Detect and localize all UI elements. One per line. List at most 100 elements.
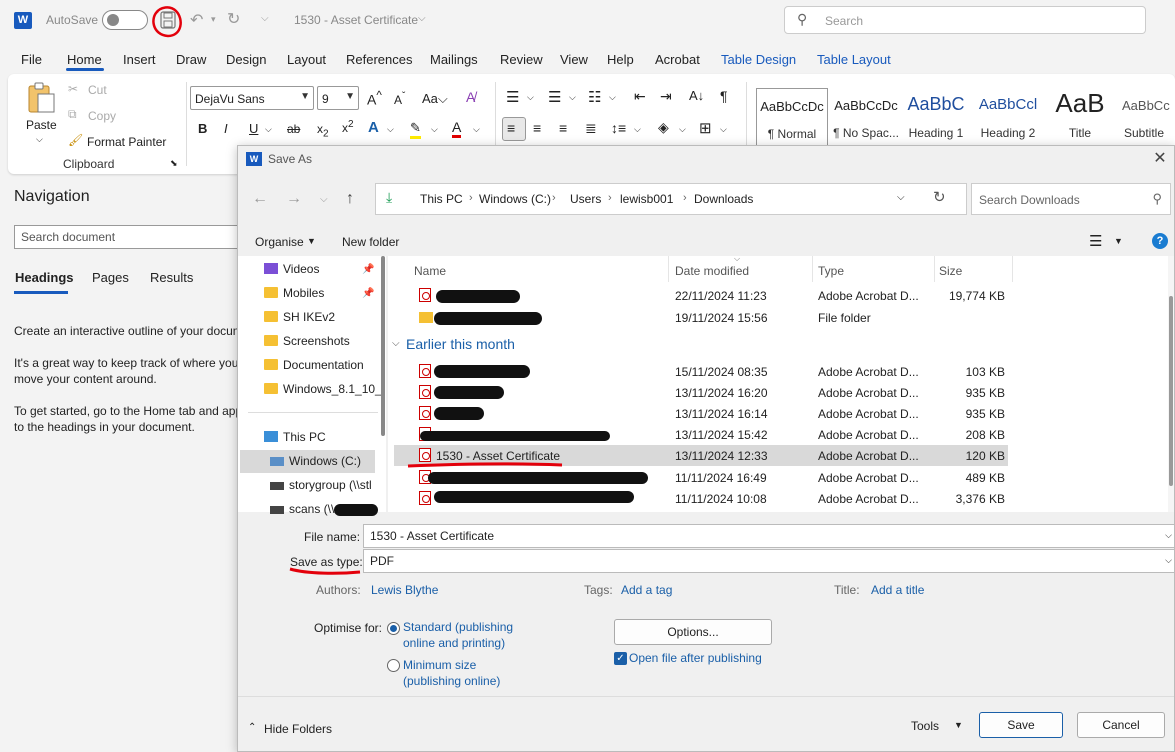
style-subtitle[interactable]: AaBbCc Subtitle <box>1116 88 1175 146</box>
column-date-modified[interactable]: Date modified <box>675 264 749 278</box>
cancel-button[interactable]: Cancel <box>1077 712 1165 738</box>
title-value[interactable]: Add a title <box>871 583 924 597</box>
open-after-label[interactable]: Open file after publishing <box>629 651 762 665</box>
style-normal[interactable]: AaBbCcDc ¶ Normal <box>756 88 828 146</box>
increase-indent-icon[interactable]: ⇥ <box>660 88 672 105</box>
align-right-icon[interactable]: ≡ <box>559 120 567 136</box>
file-row[interactable]: 13/11/2024 16:14 Adobe Acrobat D... 935 … <box>394 403 1008 424</box>
document-title[interactable]: 1530 - Asset Certificate <box>294 13 418 27</box>
tree-item-windows-8[interactable]: Windows_8.1_10_ <box>264 382 382 402</box>
address-dropdown-icon[interactable]: ⌵ <box>897 192 905 203</box>
clipboard-launcher-icon[interactable]: ⬊ <box>170 158 178 169</box>
underline-dropdown-icon[interactable]: ⌵ <box>265 124 272 135</box>
font-color-dropdown-icon[interactable]: ⌵ <box>473 124 480 135</box>
breadcrumb-user[interactable]: lewisb001 <box>620 192 673 206</box>
undo-icon[interactable]: ↶ <box>190 10 203 30</box>
bullets-dropdown-icon[interactable]: ⌵ <box>527 92 534 103</box>
borders-dropdown-icon[interactable]: ⌵ <box>720 124 727 135</box>
show-marks-icon[interactable]: ¶ <box>720 88 728 104</box>
tree-item-screenshots[interactable]: Screenshots <box>264 334 350 354</box>
hide-folders-button[interactable]: Hide Folders <box>264 722 332 736</box>
line-spacing-dropdown-icon[interactable]: ⌵ <box>634 124 641 135</box>
tab-insert[interactable]: Insert <box>123 52 156 67</box>
recent-locations-icon[interactable]: ⌵ <box>320 194 328 205</box>
borders-icon[interactable]: ⊞ <box>699 119 712 137</box>
folder-row[interactable]: 19/11/2024 15:56 File folder <box>394 307 1008 328</box>
file-row[interactable]: 11/11/2024 16:49 Adobe Acrobat D... 489 … <box>394 467 1008 488</box>
tab-headings[interactable]: Headings <box>15 270 74 285</box>
tags-value[interactable]: Add a tag <box>621 583 672 597</box>
radio-standard-label[interactable]: online and printing) <box>403 636 505 650</box>
change-case-icon[interactable]: Aa⌵ <box>422 91 448 107</box>
file-list-scrollbar[interactable] <box>1168 256 1174 512</box>
tree-item-scans[interactable]: scans (\\ <box>270 502 334 522</box>
radio-minimum[interactable] <box>387 659 400 672</box>
highlight-dropdown-icon[interactable]: ⌵ <box>431 124 438 135</box>
bold-icon[interactable]: B <box>198 121 207 136</box>
options-button[interactable]: Options... <box>614 619 772 645</box>
open-after-checkbox[interactable]: ✓ <box>614 652 627 665</box>
up-arrow-icon[interactable]: ↑ <box>346 190 354 208</box>
help-icon[interactable]: ? <box>1152 233 1168 249</box>
tools-button[interactable]: Tools <box>911 719 939 733</box>
tab-acrobat[interactable]: Acrobat <box>655 52 700 67</box>
sort-icon[interactable]: A↓ <box>689 88 704 103</box>
breadcrumb-windows-c[interactable]: Windows (C:) <box>479 192 551 206</box>
copy-button[interactable]: Copy <box>88 109 116 123</box>
style-title[interactable]: AaB Title <box>1044 88 1116 146</box>
breadcrumb-users[interactable]: Users <box>570 192 601 206</box>
font-size-combo[interactable]: 9 ▼ <box>317 86 359 110</box>
style-heading-1[interactable]: AaBbC Heading 1 <box>900 88 972 146</box>
file-row[interactable]: 11/11/2024 10:08 Adobe Acrobat D... 3,37… <box>394 488 1008 509</box>
search-downloads-input[interactable]: Search Downloads ⚲ <box>971 183 1171 215</box>
view-options-icon[interactable]: ☰ <box>1089 232 1102 250</box>
font-family-combo[interactable]: DejaVu Sans ▼ <box>190 86 314 110</box>
tab-file[interactable]: File <box>21 52 42 67</box>
tab-help[interactable]: Help <box>607 52 634 67</box>
autosave-toggle[interactable] <box>102 10 148 30</box>
strikethrough-icon[interactable]: ab <box>287 122 300 136</box>
hide-folders-chevron-icon[interactable]: ⌃ <box>248 722 256 733</box>
grow-font-icon[interactable]: A^ <box>367 89 382 108</box>
cut-button[interactable]: Cut <box>88 83 107 97</box>
group-collapse-icon[interactable]: ⌵ <box>392 338 400 349</box>
tab-references[interactable]: References <box>346 52 412 67</box>
bullets-icon[interactable]: ☰ <box>506 88 519 106</box>
radio-minimum-label[interactable]: Minimum size <box>403 658 476 672</box>
radio-minimum-label[interactable]: (publishing online) <box>403 674 500 688</box>
justify-icon[interactable]: ≣ <box>585 120 597 137</box>
tree-item-windows-c[interactable]: Windows (C:) <box>270 454 361 474</box>
tab-home[interactable]: Home <box>67 52 102 67</box>
search-box[interactable]: ⚲ Search <box>784 6 1146 34</box>
file-row[interactable]: 13/11/2024 16:20 Adobe Acrobat D... 935 … <box>394 382 1008 403</box>
format-painter-button[interactable]: Format Painter <box>87 135 166 149</box>
group-header-earlier[interactable]: Earlier this month <box>406 336 515 352</box>
close-icon[interactable]: ✕ <box>1148 148 1172 168</box>
title-chevron-icon[interactable]: ⌵ <box>418 13 426 24</box>
tab-mailings[interactable]: Mailings <box>430 52 478 67</box>
tab-review[interactable]: Review <box>500 52 543 67</box>
text-effects-icon[interactable]: A <box>368 119 379 136</box>
scrollbar-thumb[interactable] <box>1169 296 1173 486</box>
customize-qat-icon[interactable]: ⌵ <box>261 13 269 24</box>
shading-dropdown-icon[interactable]: ⌵ <box>679 124 686 135</box>
tree-item-mobiles[interactable]: Mobiles <box>264 286 324 306</box>
highlight-icon[interactable]: ✎ <box>410 120 421 139</box>
tree-item-documentation[interactable]: Documentation <box>264 358 364 378</box>
authors-value[interactable]: Lewis Blythe <box>371 583 438 597</box>
tree-item-sh-ikev2[interactable]: SH IKEv2 <box>264 310 335 330</box>
tab-pages[interactable]: Pages <box>92 270 129 285</box>
forward-arrow-icon[interactable]: → <box>286 190 302 208</box>
file-row[interactable]: 22/11/2024 11:23 Adobe Acrobat D... 19,7… <box>394 285 1008 306</box>
text-effects-dropdown-icon[interactable]: ⌵ <box>387 124 394 135</box>
back-arrow-icon[interactable]: ← <box>252 190 268 208</box>
numbering-icon[interactable]: ☰ <box>548 88 561 106</box>
decrease-indent-icon[interactable]: ⇤ <box>634 88 646 105</box>
tab-design[interactable]: Design <box>226 52 266 67</box>
underline-icon[interactable]: U <box>249 121 258 136</box>
tab-layout[interactable]: Layout <box>287 52 326 67</box>
tools-dropdown-icon[interactable]: ▼ <box>954 720 963 730</box>
numbering-dropdown-icon[interactable]: ⌵ <box>569 92 576 103</box>
column-type[interactable]: Type <box>818 264 844 278</box>
tree-item-videos[interactable]: Videos <box>264 262 319 282</box>
